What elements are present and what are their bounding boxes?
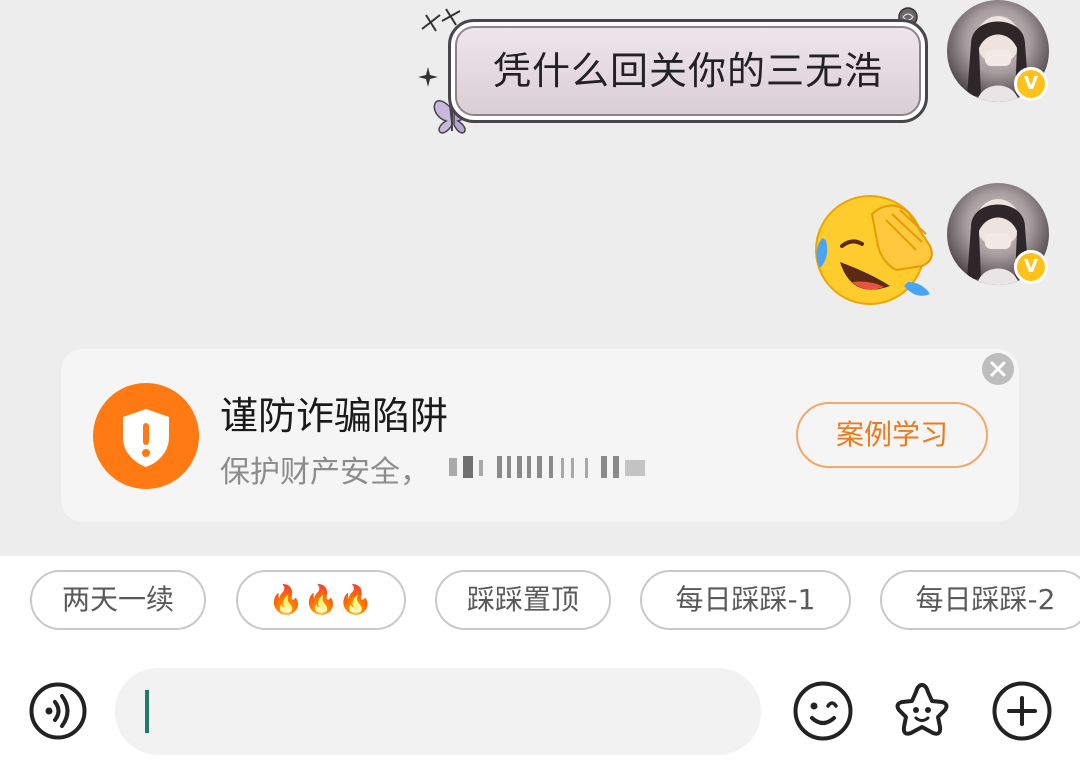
anti-fraud-card[interactable]: 谨防诈骗陷阱 保护财产安全， 案例学习 (61, 349, 1019, 522)
text-caret (145, 690, 149, 733)
message-input[interactable] (115, 668, 761, 755)
sticker-star-icon[interactable] (891, 680, 953, 742)
plus-icon[interactable] (991, 680, 1053, 742)
quick-reply-bar[interactable]: 两天一续 🔥🔥🔥 踩踩置顶 每日踩踩-1 每日踩踩-2 (0, 570, 1080, 634)
quick-reply-chip[interactable]: 踩踩置顶 (435, 570, 611, 630)
close-icon[interactable] (982, 353, 1014, 385)
bubble-frame: 凭什么回关你的三无浩 (448, 19, 928, 123)
voice-icon[interactable] (29, 682, 87, 740)
quick-reply-chip[interactable]: 🔥🔥🔥 (236, 570, 406, 630)
message-bubble-text[interactable]: 凭什么回关你的三无浩 (412, 5, 932, 135)
chat-area[interactable]: 凭什么回关你的三无浩 V V 谨防诈骗陷阱 保护财产安全， 案例学习 (0, 0, 1080, 556)
laughing-facepalm-emoji-icon (815, 195, 933, 305)
quick-reply-chip[interactable]: 每日踩踩-2 (880, 570, 1080, 630)
message-emoji-sticker[interactable] (812, 190, 938, 306)
verified-badge-icon: V (1014, 67, 1048, 101)
case-study-button[interactable]: 案例学习 (796, 402, 988, 468)
quick-reply-chip[interactable]: 每日踩踩-1 (640, 570, 851, 630)
fraud-card-subtitle: 保护财产安全， (220, 455, 430, 490)
fraud-card-title: 谨防诈骗陷阱 (220, 394, 449, 438)
message-text: 凭什么回关你的三无浩 (492, 49, 883, 93)
quick-reply-chip[interactable]: 两天一续 (30, 570, 206, 630)
bottom-panel: 两天一续 🔥🔥🔥 踩踩置顶 每日踩踩-1 每日踩踩-2 (0, 556, 1080, 775)
redacted-text-icon (449, 456, 645, 478)
verified-badge-icon: V (1014, 250, 1048, 284)
emoji-icon[interactable] (792, 680, 854, 742)
shield-warning-icon (93, 383, 199, 489)
